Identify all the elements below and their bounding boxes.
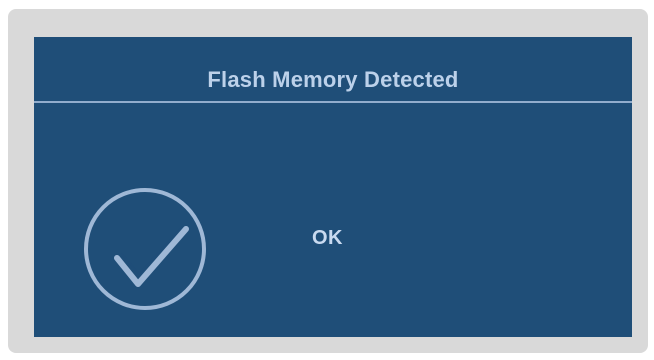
dialog-frame: Flash Memory Detected OK	[8, 9, 648, 353]
dialog-panel: Flash Memory Detected OK	[34, 37, 632, 337]
title-divider	[34, 101, 632, 103]
checkmark-circle-icon	[84, 188, 206, 310]
dialog-title: Flash Memory Detected	[207, 67, 459, 92]
status-ok-text: OK	[312, 227, 343, 249]
